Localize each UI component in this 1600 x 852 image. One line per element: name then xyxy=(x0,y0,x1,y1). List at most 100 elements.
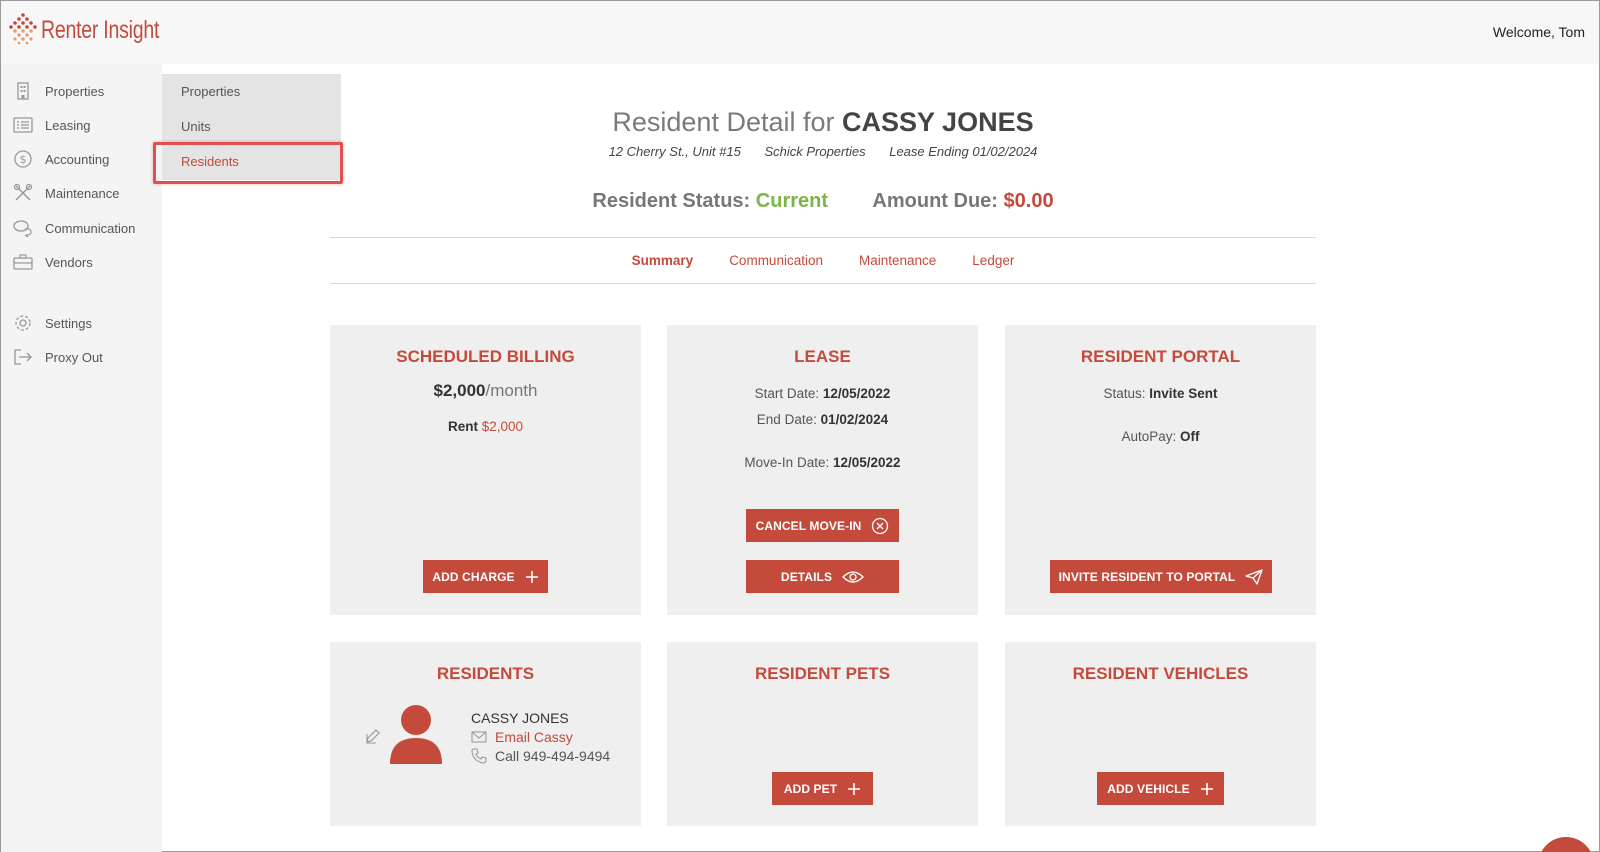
start-label: Start Date: xyxy=(754,386,820,401)
status-value: Current xyxy=(755,190,829,212)
sidebar: Properties Leasing $ Accounting Maintena… xyxy=(1,64,162,852)
tools-icon xyxy=(13,184,33,201)
add-charge-button[interactable]: ADD CHARGE xyxy=(423,560,548,593)
add-vehicle-button[interactable]: ADD VEHICLE xyxy=(1097,772,1224,805)
resident-pets-card: RESIDENT PETS ADD PET xyxy=(667,642,978,826)
card-title: RESIDENT PORTAL xyxy=(1080,347,1241,366)
cancel-move-in-button[interactable]: CANCEL MOVE-IN xyxy=(746,509,899,542)
title-prefix: Resident Detail for xyxy=(612,107,835,137)
sidebar-item-label: Communication xyxy=(45,220,136,236)
rent-label: Rent xyxy=(447,419,478,434)
button-label: CANCEL MOVE-IN xyxy=(755,518,862,533)
tab-communication[interactable]: Communication xyxy=(729,253,823,268)
welcome-text[interactable]: Welcome, Tom xyxy=(1493,24,1585,40)
page-title: Resident Detail for CASSY JONES xyxy=(330,107,1316,138)
close-circle-icon xyxy=(872,517,889,534)
avatar-icon xyxy=(390,705,442,764)
app-logo[interactable]: Renter Insight xyxy=(9,13,192,47)
sidebar-item-maintenance[interactable]: Maintenance xyxy=(1,176,162,210)
tab-summary[interactable]: Summary xyxy=(632,253,694,268)
plus-icon xyxy=(848,782,861,795)
building-icon xyxy=(17,82,29,100)
list-icon xyxy=(13,117,33,133)
amount-due-value: $0.00 xyxy=(1003,190,1054,212)
add-pet-button[interactable]: ADD PET xyxy=(772,772,873,805)
sidebar-item-proxy-out[interactable]: Proxy Out xyxy=(1,340,162,374)
status-label: Resident Status: xyxy=(592,190,751,212)
invite-resident-button[interactable]: INVITE RESIDENT TO PORTAL xyxy=(1050,560,1272,593)
scheduled-billing-card: SCHEDULED BILLING $2,000/month Rent $2,0… xyxy=(330,325,641,615)
autopay-label: AutoPay: xyxy=(1121,429,1177,444)
movein-value: 12/05/2022 xyxy=(832,455,901,470)
properties-submenu: Properties Units Residents xyxy=(162,74,341,180)
movein-label: Move-In Date: xyxy=(744,455,830,470)
lease-start: Start Date: 12/05/2022 xyxy=(667,386,978,401)
edit-icon[interactable] xyxy=(365,728,381,744)
resident-name: CASSY JONES xyxy=(471,710,569,726)
button-label: ADD CHARGE xyxy=(432,569,515,584)
sidebar-item-communication[interactable]: Communication xyxy=(1,211,162,245)
sidebar-item-label: Settings xyxy=(45,315,92,331)
sidebar-item-label: Leasing xyxy=(45,117,91,133)
end-label: End Date: xyxy=(756,412,817,427)
button-label: INVITE RESIDENT TO PORTAL xyxy=(1058,569,1236,584)
email-resident-link[interactable]: Email Cassy xyxy=(471,729,573,745)
submenu-item-properties[interactable]: Properties xyxy=(162,74,341,109)
card-title: RESIDENT VEHICLES xyxy=(1072,664,1249,683)
button-label: DETAILS xyxy=(780,569,833,584)
card-title: RESIDENTS xyxy=(436,664,535,683)
logout-icon xyxy=(14,349,32,365)
call-resident-link[interactable]: Call 949-494-9494 xyxy=(471,748,610,764)
button-label: ADD PET xyxy=(783,781,838,796)
residents-card: RESIDENTS CASSY JONES Email Cassy Call 9… xyxy=(330,642,641,826)
move-in: Move-In Date: 12/05/2022 xyxy=(667,455,978,470)
company-name: Schick Properties xyxy=(764,144,866,159)
tab-maintenance[interactable]: Maintenance xyxy=(859,253,936,268)
resident-vehicles-card: RESIDENT VEHICLES ADD VEHICLE xyxy=(1005,642,1316,826)
unit-address: 12 Cherry St., Unit #15 xyxy=(608,144,741,159)
submenu-item-residents[interactable]: Residents xyxy=(162,144,341,179)
sidebar-item-properties[interactable]: Properties xyxy=(1,74,162,108)
detail-tabs: Summary Communication Maintenance Ledger xyxy=(330,237,1316,284)
autopay-line: AutoPay: Off xyxy=(1005,429,1316,444)
billing-period: /month xyxy=(485,381,538,400)
sidebar-item-leasing[interactable]: Leasing xyxy=(1,108,162,142)
sidebar-item-label: Vendors xyxy=(45,254,93,270)
tab-ledger[interactable]: Ledger xyxy=(972,253,1014,268)
rent-value: $2,000 xyxy=(481,419,524,434)
eye-icon xyxy=(842,570,864,583)
plus-icon xyxy=(525,570,538,583)
help-chat-button[interactable] xyxy=(1538,837,1594,852)
card-title: LEASE xyxy=(794,347,851,366)
lease-card: LEASE Start Date: 12/05/2022 End Date: 0… xyxy=(667,325,978,615)
logo-diamond-icon xyxy=(9,13,37,45)
sidebar-item-settings[interactable]: Settings xyxy=(1,306,162,340)
envelope-icon xyxy=(471,731,487,743)
sidebar-item-accounting[interactable]: $ Accounting xyxy=(1,142,162,176)
status-line: Resident Status: Current Amount Due: $0.… xyxy=(330,190,1316,213)
top-header: Renter Insight Welcome, Tom xyxy=(1,1,1599,64)
email-label: Email Cassy xyxy=(495,729,573,745)
submenu-item-units[interactable]: Units xyxy=(162,109,341,144)
rent-line: Rent $2,000 xyxy=(330,419,641,434)
autopay-value: Off xyxy=(1180,429,1200,444)
dollar-icon: $ xyxy=(14,150,32,168)
billing-amount-value: $2,000 xyxy=(433,381,486,400)
gear-icon xyxy=(15,315,31,331)
sidebar-item-label: Maintenance xyxy=(45,185,120,201)
brand-name: Renter Insight xyxy=(41,15,160,44)
sidebar-item-label: Proxy Out xyxy=(45,349,103,365)
start-value: 12/05/2022 xyxy=(822,386,891,401)
resident-name-title: CASSY JONES xyxy=(842,107,1034,137)
resident-subline: 12 Cherry St., Unit #15 Schick Propertie… xyxy=(330,144,1316,159)
portal-status-label: Status: xyxy=(1103,386,1146,401)
details-button[interactable]: DETAILS xyxy=(746,560,899,593)
billing-amount: $2,000/month xyxy=(330,381,641,401)
sidebar-item-vendors[interactable]: Vendors xyxy=(1,245,162,279)
amount-due-label: Amount Due: xyxy=(872,190,998,212)
resident-portal-card: RESIDENT PORTAL Status: Invite Sent Auto… xyxy=(1005,325,1316,615)
sidebar-item-label: Properties xyxy=(45,83,105,99)
portal-status: Status: Invite Sent xyxy=(1005,386,1316,401)
button-label: ADD VEHICLE xyxy=(1107,781,1190,796)
sidebar-item-label: Accounting xyxy=(45,151,110,167)
